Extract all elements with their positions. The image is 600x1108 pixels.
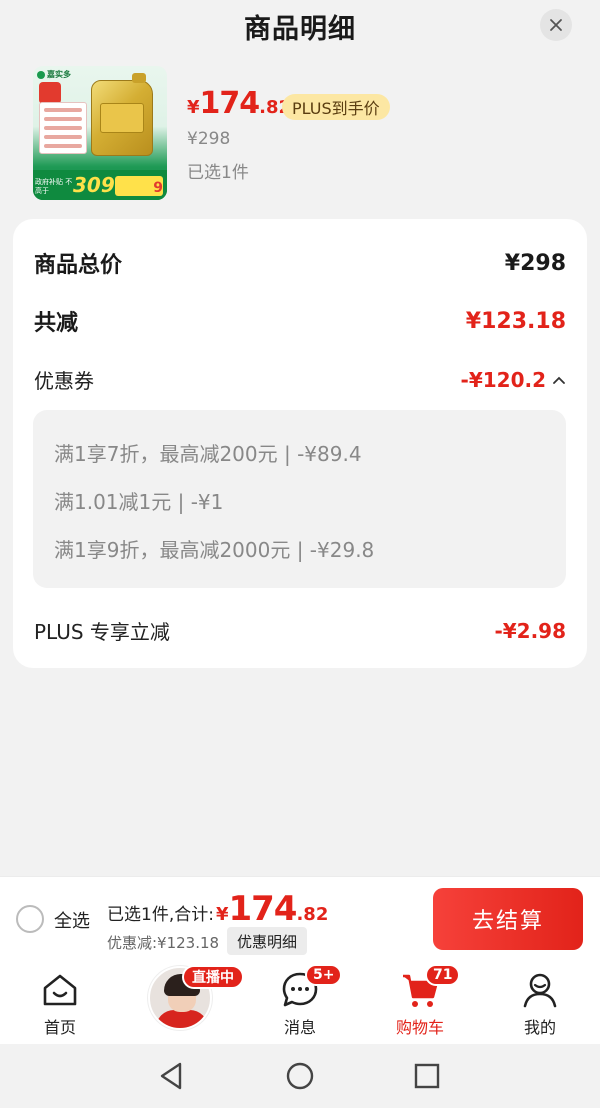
tab-label: 首页 <box>43 1018 76 1037</box>
live-badge: 直播中 <box>182 965 244 989</box>
message-badge: 5+ <box>305 964 343 986</box>
oil-can-image <box>91 73 153 156</box>
coupon-value-wrap[interactable]: -¥120.2 <box>461 368 566 392</box>
plus-price: ¥ 174 .82 <box>187 86 291 121</box>
total-value: ¥298 <box>504 250 566 276</box>
total-currency: ¥ <box>215 904 229 925</box>
close-icon <box>550 19 562 31</box>
tab-home[interactable]: 首页 <box>10 960 110 1044</box>
price-currency: ¥ <box>187 97 200 118</box>
coupon-row[interactable]: 优惠券 -¥120.2 <box>34 365 566 394</box>
reduce-row: 共减 ¥123.18 <box>34 305 566 337</box>
close-button[interactable] <box>540 9 572 41</box>
discount-detail-button[interactable]: 优惠明细 <box>227 927 308 955</box>
back-nav-icon[interactable] <box>156 1060 188 1092</box>
reduce-label: 共减 <box>34 311 79 336</box>
product-thumbnail[interactable]: 嘉实多 政府补贴 不高于 309元 9 <box>33 66 167 200</box>
coupon-value: -¥120.2 <box>460 367 546 392</box>
profile-icon <box>523 973 557 1008</box>
price-integer: 174 <box>199 86 261 121</box>
coupon-label: 优惠券 <box>34 369 94 393</box>
tab-label: 消息 <box>283 1018 316 1037</box>
bottom-tabbar: 首页 5+ 消息 71 购物车 我的 <box>0 960 600 1044</box>
recents-nav-icon[interactable] <box>411 1060 443 1092</box>
thumb-badge <box>39 82 61 104</box>
sheet-header: 商品明细 <box>0 0 600 52</box>
plus-value: -¥2.98 <box>494 618 566 643</box>
selected-count: 已选1件 <box>187 163 249 183</box>
total-decimal: .82 <box>296 904 329 925</box>
chevron-up-icon <box>553 376 565 384</box>
total-prefix: 已选1件,合计: <box>107 905 214 925</box>
tab-cart[interactable]: 71 购物车 <box>370 960 470 1044</box>
checkout-total: 已选1件,合计: ¥ 174 .82 <box>107 889 328 929</box>
total-integer: 174 <box>228 889 297 929</box>
thumb-promo-text: 政府补贴 不高于 <box>35 178 73 195</box>
tab-label: 我的 <box>523 1018 556 1037</box>
tab-messages[interactable]: 5+ 消息 <box>250 960 350 1044</box>
plus-label: PLUS 专享立减 <box>34 620 170 644</box>
total-row: 商品总价 ¥298 <box>34 247 566 279</box>
coupon-item: 满1享9折，最高减2000元 | -¥29.8 <box>54 538 375 562</box>
plus-row: PLUS 专享立减 -¥2.98 <box>34 616 566 645</box>
home-nav-icon[interactable] <box>284 1060 316 1092</box>
sheet-title: 商品明细 <box>244 13 356 45</box>
discount-text: 优惠减:¥123.18 <box>107 934 220 952</box>
original-price: ¥298 <box>187 129 231 149</box>
reduce-value: ¥123.18 <box>465 308 566 334</box>
select-all-label[interactable]: 全选 <box>54 907 90 933</box>
total-label: 商品总价 <box>34 253 123 278</box>
plus-price-tag: PLUS到手价 <box>282 94 390 120</box>
coupon-item: 满1享7折，最高减200元 | -¥89.4 <box>54 442 362 466</box>
checkout-bar: 全选 已选1件,合计: ¥ 174 .82 优惠减:¥123.18 优惠明细 去… <box>0 876 600 960</box>
select-all-checkbox[interactable] <box>16 905 44 933</box>
coupon-list: 满1享7折，最高减200元 | -¥89.4 满1.01减1元 | -¥1 满1… <box>33 410 566 588</box>
tab-label: 购物车 <box>395 1018 444 1037</box>
product-row: 嘉实多 政府补贴 不高于 309元 9 ¥ 174 .82 PLUS到手价 ¥2… <box>33 66 573 202</box>
checkout-button[interactable]: 去结算 <box>433 888 583 950</box>
thumb-promo-right: 9 <box>153 180 163 196</box>
system-nav-bar <box>0 1044 600 1108</box>
price-breakdown-card: 商品总价 ¥298 共减 ¥123.18 优惠券 -¥120.2 满1享7折，最… <box>13 219 587 668</box>
home-icon <box>43 974 77 1006</box>
cart-badge: 71 <box>425 964 461 986</box>
coupon-item: 满1.01减1元 | -¥1 <box>54 490 224 514</box>
thumb-info-card <box>39 102 87 154</box>
thumb-brand: 嘉实多 <box>37 69 71 80</box>
detail-sheet: 商品明细 嘉实多 政府补贴 不高于 309元 9 ¥ 174 .82 PLUS到… <box>0 0 600 876</box>
tab-profile[interactable]: 我的 <box>490 960 590 1044</box>
